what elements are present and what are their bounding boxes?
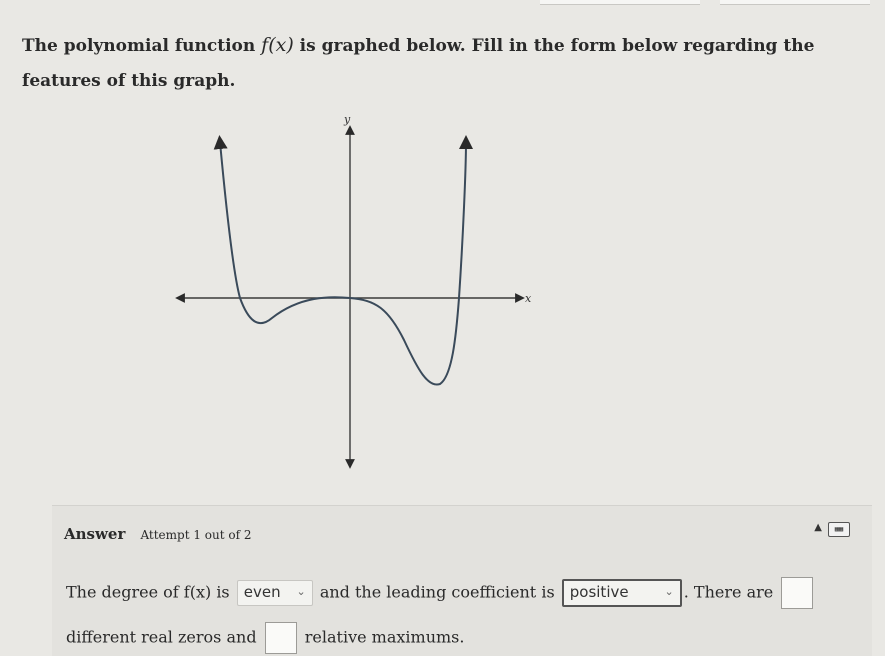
- attempt-counter: Attempt 1 out of 2: [140, 528, 252, 542]
- chevron-down-icon: ⌄: [664, 585, 674, 598]
- degree-value: even: [243, 583, 281, 601]
- line1-text-1: The degree of f(x) is: [66, 582, 230, 602]
- coefficient-value: positive: [569, 583, 629, 601]
- line2-text-1: different real zeros and: [66, 627, 257, 647]
- keypad-icon[interactable]: ▦▦: [828, 522, 850, 537]
- answer-line-1: The degree of f(x) is even ⌄ and the lea…: [66, 577, 816, 609]
- x-axis-label: x: [525, 292, 532, 305]
- answer-panel: Answer Attempt 1 out of 2 ▲ ▦▦ The degre…: [52, 505, 872, 656]
- line1-text-3: . There are: [683, 582, 774, 602]
- degree-dropdown[interactable]: even ⌄: [236, 580, 313, 606]
- cursor-arrow-icon: ▲: [814, 522, 822, 533]
- answer-title: Answer: [64, 525, 126, 543]
- leading-coefficient-dropdown[interactable]: positive ⌄: [561, 579, 682, 607]
- polynomial-graph: x y: [175, 113, 532, 469]
- real-zeros-input[interactable]: [781, 577, 814, 609]
- function-name: f(x): [261, 34, 294, 56]
- top-tab-placeholder: [540, 0, 700, 5]
- relative-maximums-input[interactable]: [264, 622, 297, 654]
- top-tab-placeholder: [720, 0, 870, 5]
- question-prompt: The polynomial function f(x) is graphed …: [22, 28, 867, 99]
- answer-line-2: different real zeros and relative maximu…: [66, 622, 464, 654]
- line1-text-2: and the leading coefficient is: [319, 582, 555, 602]
- line2-text-2: relative maximums.: [304, 627, 465, 647]
- y-axis-label: y: [343, 113, 351, 126]
- answer-header: Answer Attempt 1 out of 2: [64, 524, 252, 543]
- chevron-down-icon: ⌄: [296, 585, 306, 598]
- polynomial-curve: [213, 135, 473, 386]
- question-text-before: The polynomial function: [22, 36, 256, 56]
